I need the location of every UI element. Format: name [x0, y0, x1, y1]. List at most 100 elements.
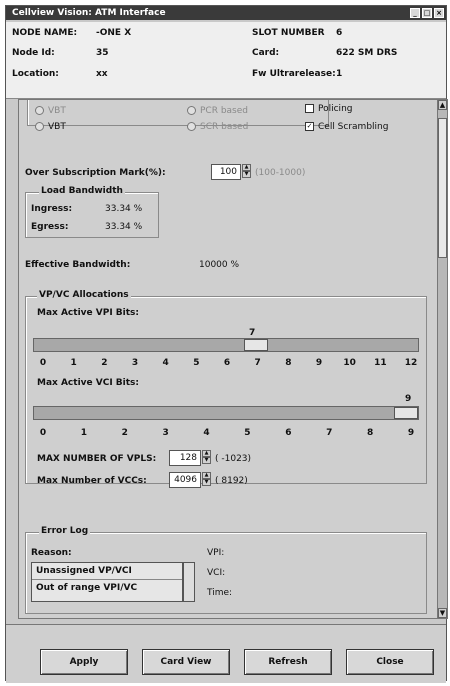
- close-icon[interactable]: ×: [434, 8, 444, 18]
- load-bandwidth-legend: Load Bandwidth: [39, 186, 125, 196]
- max-vpls-range: ( -1023): [215, 454, 252, 464]
- reason-label: Reason:: [31, 548, 72, 558]
- oversubscription-range: (100-1000): [255, 168, 306, 178]
- fw-version-label: Fw Ultrarelease:: [252, 69, 336, 79]
- card-value: 622 SM DRS: [336, 48, 398, 58]
- vci-tick-3: 3: [162, 428, 169, 438]
- cell-scrambling-label: Cell Scrambling: [318, 122, 389, 132]
- effective-bandwidth-value: 10000 %: [199, 260, 240, 270]
- policing-checkbox[interactable]: Policing: [305, 104, 352, 114]
- vpi-bits-label: Max Active VPI Bits:: [37, 308, 140, 318]
- vpi-tick-0: 0: [39, 358, 47, 368]
- error-log-legend: Error Log: [39, 526, 91, 536]
- refresh-button[interactable]: Refresh: [244, 649, 332, 675]
- slot-number-value: 6: [336, 28, 343, 38]
- reason-list[interactable]: Unassigned VP/VCI Out of range VPI/VC: [31, 562, 183, 602]
- vpi-tick-12: 12: [404, 358, 418, 368]
- node-name-value: -ONE X: [96, 28, 132, 38]
- max-vpls-spinner[interactable]: ▲ ▼: [202, 450, 211, 466]
- vpi-tick-3: 3: [131, 358, 139, 368]
- location-value: xx: [96, 69, 108, 79]
- vpi-tick-8: 8: [285, 358, 292, 368]
- vci-tick-5: 5: [244, 428, 251, 438]
- vpi-tick-10: 10: [343, 358, 356, 368]
- reason-item-2[interactable]: Out of range VPI/VC: [32, 580, 182, 596]
- option-radio-3[interactable]: PCR based: [187, 106, 248, 116]
- option-radio-2[interactable]: VBT: [35, 122, 66, 132]
- node-id-value: 35: [96, 48, 109, 58]
- oversubscription-input[interactable]: 100: [211, 164, 241, 180]
- minimize-icon[interactable]: _: [410, 8, 420, 18]
- ingress-label: Ingress:: [31, 204, 73, 214]
- spin-up-icon[interactable]: ▲: [202, 450, 211, 457]
- close-button[interactable]: Close: [346, 649, 434, 675]
- spin-down-icon[interactable]: ▼: [242, 171, 251, 178]
- scroll-thumb[interactable]: [438, 118, 447, 258]
- traffic-options-group: [27, 100, 329, 126]
- vpi-tick-6: 6: [223, 358, 231, 368]
- vci-tick-4: 4: [203, 428, 210, 438]
- egress-value: 33.34 %: [105, 222, 143, 232]
- option-radio-4[interactable]: SCR based: [187, 122, 248, 132]
- spin-down-icon[interactable]: ▼: [202, 457, 211, 464]
- vpi-log-label: VPI:: [207, 548, 225, 558]
- egress-label: Egress:: [31, 222, 69, 232]
- node-name-label: NODE NAME:: [12, 28, 78, 38]
- max-vpls-label: MAX NUMBER OF VPLS:: [37, 454, 157, 464]
- vertical-scrollbar[interactable]: ▲ ▼: [437, 100, 447, 618]
- spin-up-icon[interactable]: ▲: [202, 472, 211, 479]
- max-vpls-input[interactable]: 128: [169, 450, 201, 466]
- checkbox-checked-icon: ✓: [305, 122, 314, 131]
- cell-scrambling-checkbox[interactable]: ✓ Cell Scrambling: [305, 122, 388, 132]
- option-radio-2-label: VBT: [48, 122, 66, 132]
- radio-icon: [35, 122, 44, 131]
- vci-tick-6: 6: [285, 428, 292, 438]
- vci-tick-0: 0: [39, 428, 47, 438]
- spin-up-icon[interactable]: ▲: [242, 164, 251, 171]
- option-radio-3-label: PCR based: [200, 106, 248, 116]
- checkbox-icon: [305, 104, 314, 113]
- card-label: Card:: [252, 48, 280, 58]
- scroll-up-icon[interactable]: ▲: [438, 100, 447, 110]
- max-vccs-input[interactable]: 4096: [169, 472, 201, 488]
- vci-bits-label: Max Active VCI Bits:: [37, 378, 140, 388]
- vpi-bits-slider[interactable]: [33, 338, 419, 352]
- window-title: Cellview Vision: ATM Interface: [12, 8, 166, 18]
- max-vccs-spinner[interactable]: ▲ ▼: [202, 472, 211, 488]
- vpi-tick-1: 1: [70, 358, 77, 368]
- node-id-label: Node Id:: [12, 48, 55, 58]
- scroll-down-icon[interactable]: ▼: [438, 608, 447, 618]
- option-radio-1-label: VBT: [48, 106, 66, 116]
- radio-icon: [35, 106, 44, 115]
- settings-scroll-pane[interactable]: VBT VBT PCR based SCR based Policing ✓ Ce…: [18, 99, 448, 619]
- vci-tick-1: 1: [80, 428, 87, 438]
- slot-number-label: SLOT NUMBER: [252, 28, 325, 38]
- card-view-button[interactable]: Card View: [142, 649, 230, 675]
- vci-slider-thumb[interactable]: [394, 407, 418, 419]
- reason-item-1[interactable]: Unassigned VP/VCI: [32, 563, 182, 580]
- vci-log-label: VCI:: [207, 568, 226, 578]
- location-label: Location:: [12, 69, 59, 79]
- vci-bits-slider[interactable]: [33, 406, 419, 420]
- ingress-value: 33.34 %: [105, 204, 143, 214]
- vci-tick-7: 7: [326, 428, 333, 438]
- vci-bits-value: 9: [405, 394, 412, 404]
- vpi-slider-thumb[interactable]: [244, 339, 268, 351]
- maximize-icon[interactable]: □: [422, 8, 432, 18]
- vpi-tick-11: 11: [374, 358, 387, 368]
- vpi-tick-7: 7: [254, 358, 261, 368]
- spin-down-icon[interactable]: ▼: [202, 479, 211, 486]
- reason-list-scrollbar[interactable]: [183, 562, 195, 602]
- title-bar[interactable]: Cellview Vision: ATM Interface _ □ ×: [6, 6, 446, 20]
- vpi-tick-5: 5: [193, 358, 200, 368]
- option-radio-1[interactable]: VBT: [35, 106, 66, 116]
- fw-version-value: 1: [336, 69, 343, 79]
- radio-icon: [187, 106, 196, 115]
- apply-button[interactable]: Apply: [40, 649, 128, 675]
- radio-icon: [187, 122, 196, 131]
- main-window: Cellview Vision: ATM Interface _ □ × NOD…: [5, 5, 448, 683]
- vpi-bits-value: 7: [249, 328, 256, 338]
- card-info-panel: NODE NAME: -ONE X Node Id: 35 Location: …: [6, 22, 446, 99]
- oversubscription-spinner[interactable]: ▲ ▼: [242, 164, 251, 180]
- policing-label: Policing: [318, 104, 353, 114]
